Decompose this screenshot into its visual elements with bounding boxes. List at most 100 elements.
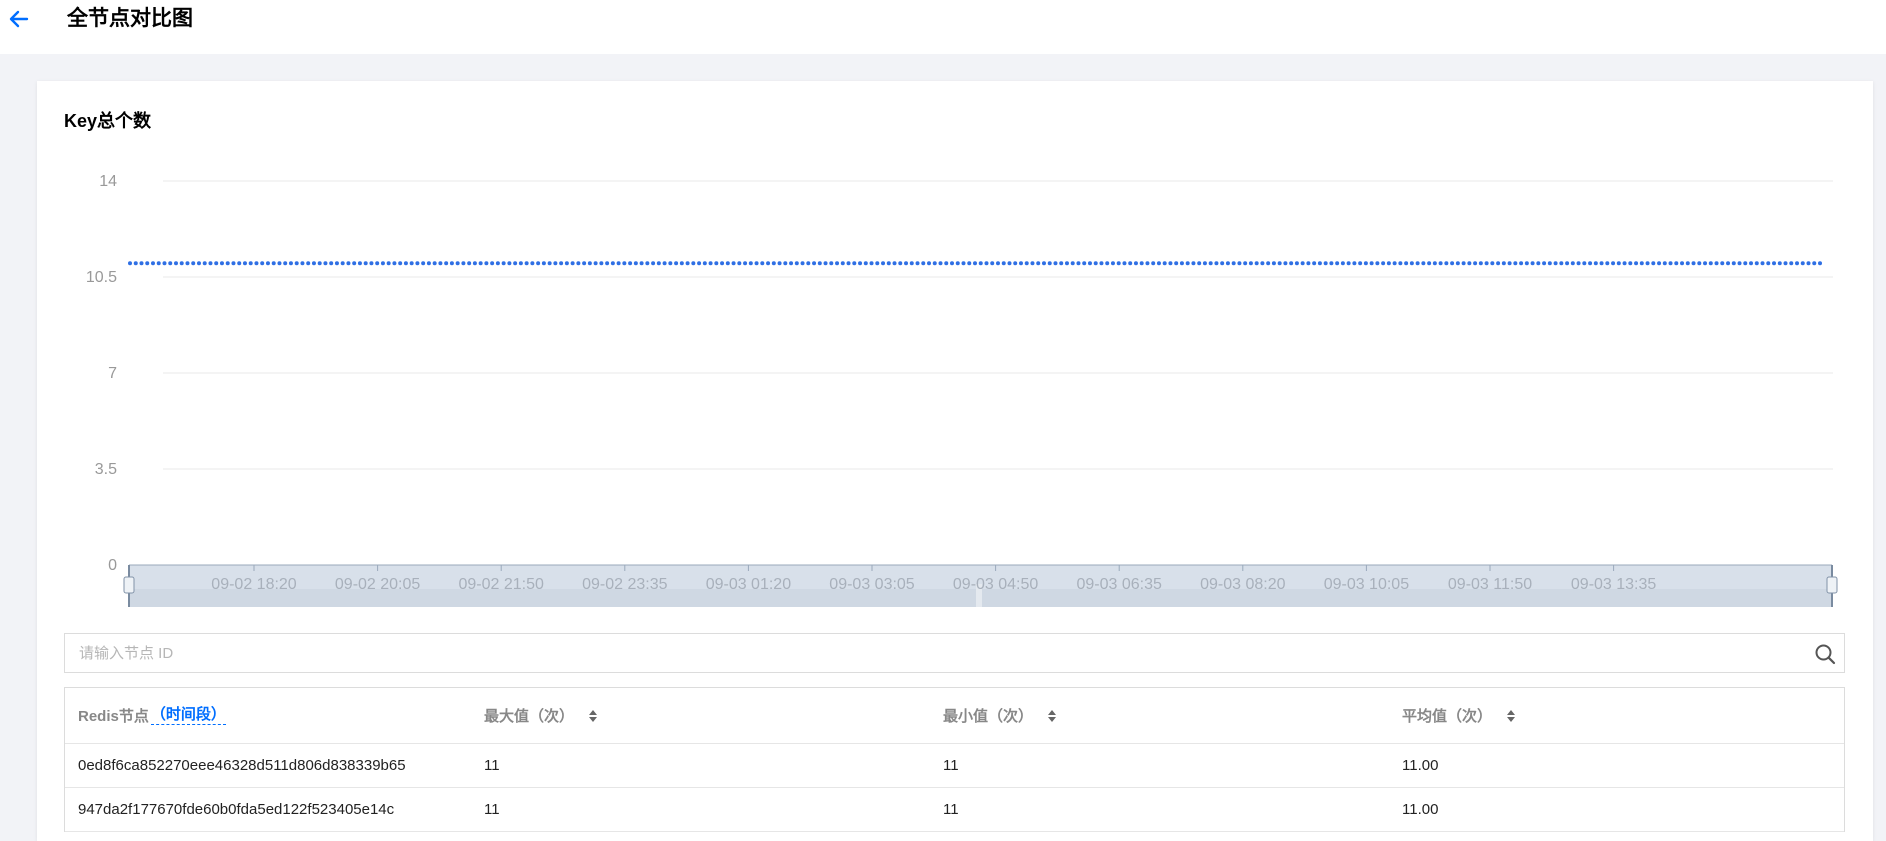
data-point xyxy=(300,261,305,266)
col-header-node: Redis节点 （时间段） xyxy=(78,688,226,743)
data-point xyxy=(1588,261,1593,266)
data-point xyxy=(1191,261,1196,266)
col-header-min-label: 最小值（次） xyxy=(943,708,1034,725)
data-point xyxy=(1030,261,1035,266)
data-point xyxy=(478,261,483,266)
data-point xyxy=(191,261,196,266)
data-point xyxy=(1783,261,1788,266)
data-point xyxy=(1772,261,1777,266)
data-point xyxy=(1059,261,1064,266)
data-point xyxy=(564,261,569,266)
data-point xyxy=(1133,261,1138,266)
data-point xyxy=(955,261,960,266)
data-point xyxy=(1645,261,1650,266)
col-header-node-label: Redis节点 xyxy=(78,708,149,725)
data-point xyxy=(1013,261,1018,266)
x-tick-label: 09-03 06:35 xyxy=(1076,576,1162,593)
data-point xyxy=(254,261,259,266)
data-point xyxy=(1737,261,1742,266)
data-point xyxy=(1087,261,1092,266)
data-point xyxy=(392,261,397,266)
data-point xyxy=(294,261,299,266)
data-point xyxy=(1185,261,1190,266)
data-point xyxy=(1317,261,1322,266)
sort-icon[interactable] xyxy=(588,709,598,723)
x-tick-label: 09-03 04:50 xyxy=(953,576,1039,593)
table-header: Redis节点 （时间段） 最大值（次） 最小值（次） 平均值（次） xyxy=(65,688,1844,744)
data-point xyxy=(720,261,725,266)
data-point xyxy=(1553,261,1558,266)
data-point xyxy=(1179,261,1184,266)
data-point xyxy=(1214,261,1219,266)
data-point xyxy=(662,261,667,266)
data-point xyxy=(173,261,178,266)
search-icon[interactable] xyxy=(1814,643,1836,665)
data-point xyxy=(455,261,460,266)
data-point xyxy=(1795,261,1800,266)
data-point xyxy=(449,261,454,266)
data-point xyxy=(1461,261,1466,266)
data-point xyxy=(599,261,604,266)
data-point xyxy=(1352,261,1357,266)
data-point xyxy=(323,261,328,266)
data-point xyxy=(1099,261,1104,266)
y-tick-label: 14 xyxy=(99,173,117,190)
data-point xyxy=(1260,261,1265,266)
data-point xyxy=(1254,261,1259,266)
data-point xyxy=(329,261,334,266)
data-point xyxy=(484,261,489,266)
data-point xyxy=(444,261,449,266)
table-row[interactable]: 0ed8f6ca852270eee46328d511d806d838339b65… xyxy=(65,744,1844,788)
data-point xyxy=(1237,261,1242,266)
data-point xyxy=(633,261,638,266)
col-header-max[interactable]: 最大值（次） xyxy=(484,688,598,743)
table-row[interactable]: 947da2f177670fde60b0fda5ed122f523405e14c… xyxy=(65,788,1844,832)
back-button[interactable] xyxy=(6,6,32,32)
data-point xyxy=(1105,261,1110,266)
data-point xyxy=(1110,261,1115,266)
line-chart: 14 10.5 7 3.5 0 09-02 18:20 09-02 20:05 09-02 2… xyxy=(86,173,1838,607)
data-point xyxy=(1616,261,1621,266)
data-point xyxy=(1639,261,1644,266)
data-point xyxy=(852,261,857,266)
data-point xyxy=(950,261,955,266)
data-point xyxy=(892,261,897,266)
data-point xyxy=(817,261,822,266)
data-point xyxy=(1634,261,1639,266)
data-point xyxy=(1657,261,1662,266)
data-point xyxy=(340,261,345,266)
data-point xyxy=(932,261,937,266)
data-point xyxy=(277,261,282,266)
data-point xyxy=(202,261,207,266)
data-point xyxy=(1812,261,1817,266)
data-point xyxy=(1714,261,1719,266)
col-header-min[interactable]: 最小值（次） xyxy=(943,688,1057,743)
data-point xyxy=(961,261,966,266)
min-cell: 11 xyxy=(943,757,959,774)
search-input[interactable] xyxy=(65,634,1795,672)
data-point xyxy=(806,261,811,266)
data-point xyxy=(875,261,880,266)
data-point xyxy=(1582,261,1587,266)
data-point xyxy=(231,261,236,266)
data-point xyxy=(708,261,713,266)
data-point xyxy=(196,261,201,266)
data-point xyxy=(582,261,587,266)
data-point xyxy=(794,261,799,266)
arrow-left-icon xyxy=(9,10,29,28)
data-point xyxy=(352,261,357,266)
col-header-avg[interactable]: 平均值（次） xyxy=(1402,688,1516,743)
data-point xyxy=(812,261,817,266)
data-point xyxy=(1777,261,1782,266)
y-tick-label: 3.5 xyxy=(95,461,117,478)
data-point xyxy=(1708,261,1713,266)
data-point xyxy=(1369,261,1374,266)
sort-icon[interactable] xyxy=(1506,709,1516,723)
avg-cell: 11.00 xyxy=(1402,801,1439,818)
data-point xyxy=(1490,261,1495,266)
data-point xyxy=(536,261,541,266)
data-point xyxy=(1415,261,1420,266)
data-point xyxy=(656,261,661,266)
time-range-link[interactable]: （时间段） xyxy=(150,706,226,725)
sort-icon[interactable] xyxy=(1047,709,1057,723)
